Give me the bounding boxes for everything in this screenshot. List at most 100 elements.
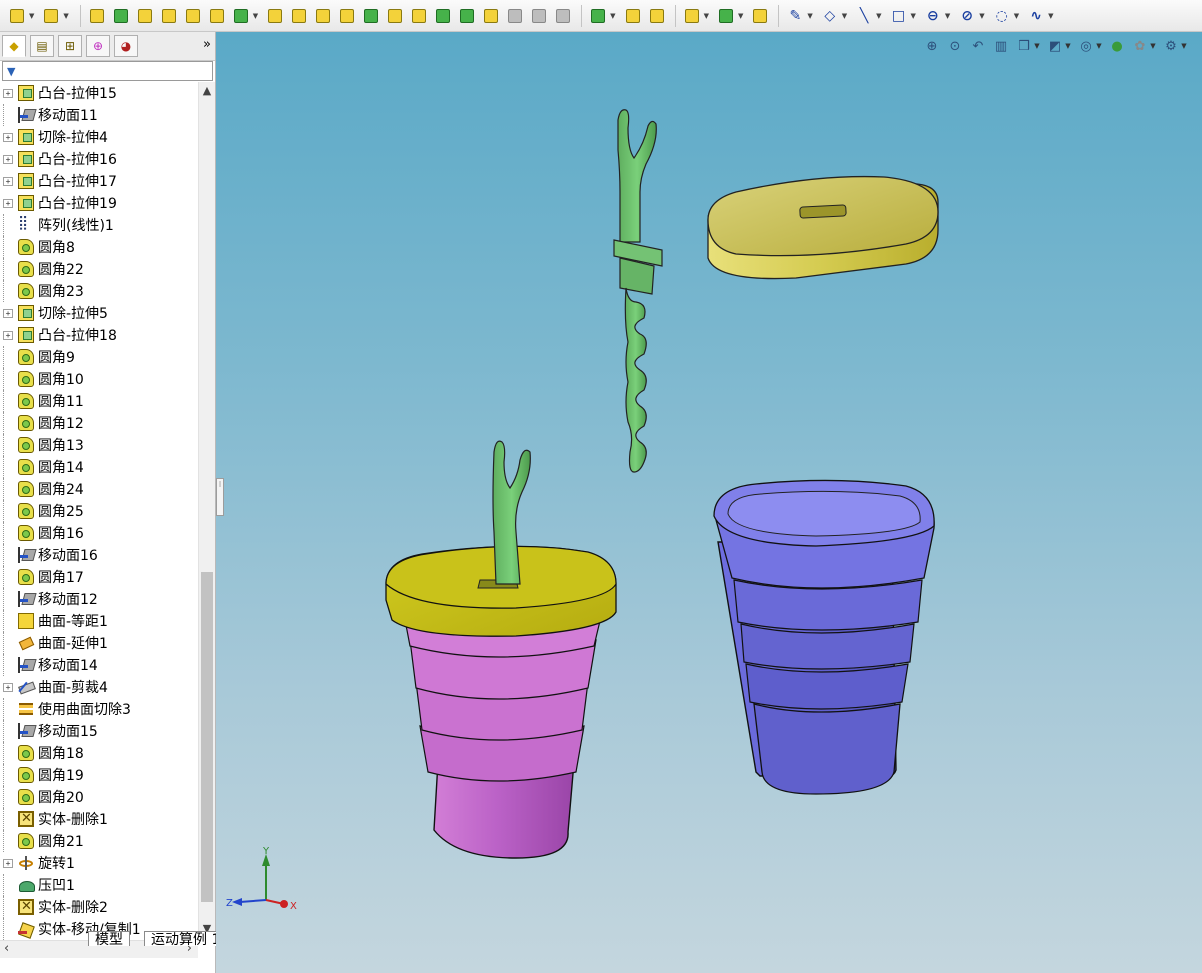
tree-item[interactable]: 圆角17 <box>0 566 198 588</box>
rib-icon[interactable] <box>264 5 286 27</box>
chevron-down-icon[interactable]: ▼ <box>876 12 881 20</box>
tab-motion-study[interactable]: 运动算例 1 <box>144 931 228 946</box>
tree-item[interactable]: 圆角9 <box>0 346 198 368</box>
scroll-thumb[interactable] <box>201 572 213 902</box>
expand-toggle-icon[interactable]: + <box>3 682 13 692</box>
move-copy-tool-icon[interactable] <box>622 5 644 27</box>
tree-item[interactable]: + 凸台-拉伸19 <box>0 192 198 214</box>
tree-item[interactable]: + 切除-拉伸5 <box>0 302 198 324</box>
curves-icon[interactable] <box>715 5 737 27</box>
sweep-boss-icon[interactable] <box>110 5 132 27</box>
dome-icon[interactable] <box>336 5 358 27</box>
tree-item[interactable]: 实体-删除1 <box>0 808 198 830</box>
chevron-down-icon[interactable]: ▼ <box>738 12 743 20</box>
expand-toggle-icon[interactable]: + <box>3 176 13 186</box>
reference-geometry-icon[interactable] <box>681 5 703 27</box>
wrap-icon[interactable] <box>360 5 382 27</box>
feature-manager-tab[interactable]: ◆ <box>2 35 26 57</box>
chevron-down-icon[interactable]: ▼ <box>911 12 916 20</box>
property-manager-tab[interactable]: ▤ <box>30 35 54 57</box>
tree-item[interactable]: 圆角25 <box>0 500 198 522</box>
expand-toggle-icon[interactable]: + <box>3 154 13 164</box>
tree-item[interactable]: + 凸台-拉伸16 <box>0 148 198 170</box>
chamfer-icon[interactable] <box>432 5 454 27</box>
tree-item[interactable]: 圆角18 <box>0 742 198 764</box>
tree-filter-input[interactable]: ▼ <box>2 61 213 81</box>
freeform-icon[interactable] <box>552 5 574 27</box>
open-icon[interactable] <box>40 5 62 27</box>
tree-item[interactable]: 圆角21 <box>0 830 198 852</box>
slot-icon[interactable]: ⊖ <box>922 5 944 27</box>
tree-item[interactable]: 圆角19 <box>0 764 198 786</box>
tree-item[interactable]: 圆角11 <box>0 390 198 412</box>
tree-item[interactable]: + 曲面-剪裁4 <box>0 676 198 698</box>
chevron-down-icon[interactable]: ▼ <box>29 12 34 20</box>
tree-item[interactable]: 圆角14 <box>0 456 198 478</box>
tree-item[interactable]: 移动面12 <box>0 588 198 610</box>
expand-toggle-icon[interactable]: + <box>3 88 13 98</box>
combine-icon[interactable] <box>480 5 502 27</box>
surface-cut-tool-icon[interactable] <box>504 5 526 27</box>
mirror-icon[interactable] <box>408 5 430 27</box>
expand-toggle-icon[interactable]: + <box>3 198 13 208</box>
rectangle-icon[interactable]: □ <box>888 5 910 27</box>
revolve-boss-icon[interactable] <box>86 5 108 27</box>
tree-item[interactable]: 圆角13 <box>0 434 198 456</box>
shell-icon[interactable] <box>312 5 334 27</box>
tree-item[interactable]: 圆角10 <box>0 368 198 390</box>
tree-item[interactable]: 移动面15 <box>0 720 198 742</box>
chevron-down-icon[interactable]: ▼ <box>1014 12 1019 20</box>
boundary-boss-icon[interactable] <box>158 5 180 27</box>
line-icon[interactable]: ╲ <box>853 5 875 27</box>
tree-item[interactable]: 圆角12 <box>0 412 198 434</box>
instant3d-icon[interactable] <box>749 5 771 27</box>
chevron-down-icon[interactable]: ▼ <box>807 12 812 20</box>
tree-item[interactable]: 实体-删除2 <box>0 896 198 918</box>
tree-item[interactable]: 圆角20 <box>0 786 198 808</box>
expand-toggle-icon[interactable]: + <box>3 132 13 142</box>
configuration-manager-tab[interactable]: ⊞ <box>58 35 82 57</box>
floating-lid-body[interactable] <box>707 175 939 280</box>
linear-pattern-tool-icon[interactable] <box>587 5 609 27</box>
chevron-down-icon[interactable]: ▼ <box>63 12 68 20</box>
tree-item[interactable]: 使用曲面切除3 <box>0 698 198 720</box>
tree-item[interactable]: 移动面14 <box>0 654 198 676</box>
loft-boss-icon[interactable] <box>134 5 156 27</box>
tab-model[interactable]: 模型 <box>88 931 130 946</box>
display-manager-tab[interactable]: ◕ <box>114 35 138 57</box>
tree-item[interactable]: 移动面11 <box>0 104 198 126</box>
floating-fork-body[interactable] <box>613 109 663 473</box>
scroll-up-arrow-icon[interactable]: ▲ <box>199 84 215 100</box>
circle-icon[interactable]: ⊘ <box>956 5 978 27</box>
chevron-down-icon[interactable]: ▼ <box>979 12 984 20</box>
assembled-cup-body[interactable] <box>385 440 617 859</box>
arc-icon[interactable]: ◌ <box>991 5 1013 27</box>
hole-wizard-icon[interactable] <box>206 5 228 27</box>
expand-toggle-icon[interactable]: + <box>3 308 13 318</box>
thicken-icon[interactable] <box>528 5 550 27</box>
expand-chevron-icon[interactable]: » <box>203 37 211 52</box>
tree-item[interactable]: 曲面-延伸1 <box>0 632 198 654</box>
tree-item[interactable]: + 凸台-拉伸17 <box>0 170 198 192</box>
expand-toggle-icon[interactable]: + <box>3 858 13 868</box>
chevron-down-icon[interactable]: ▼ <box>945 12 950 20</box>
graphics-area[interactable]: ⊕ ⊙ ↶ ▥ ❒ ▼ ◩ ▼ ◎ ▼ ● ✿ ▼ ⚙ ▼ Y Z X <box>216 32 1202 973</box>
extruded-cut-icon[interactable] <box>182 5 204 27</box>
chevron-down-icon[interactable]: ▼ <box>842 12 847 20</box>
new-part-icon[interactable] <box>6 5 28 27</box>
tree-item[interactable]: 圆角22 <box>0 258 198 280</box>
tree-item[interactable]: + 凸台-拉伸15 <box>0 82 198 104</box>
tree-item[interactable]: + 旋转1 <box>0 852 198 874</box>
chevron-down-icon[interactable]: ▼ <box>610 12 615 20</box>
intersect-icon[interactable] <box>384 5 406 27</box>
chevron-down-icon[interactable]: ▼ <box>704 12 709 20</box>
tree-item[interactable]: 圆角23 <box>0 280 198 302</box>
tree-item[interactable]: 阵列(线性)1 <box>0 214 198 236</box>
tree-item[interactable]: 移动面16 <box>0 544 198 566</box>
expand-toggle-icon[interactable]: + <box>3 330 13 340</box>
smart-dimension-icon[interactable]: ◇ <box>819 5 841 27</box>
tree-item[interactable]: 圆角24 <box>0 478 198 500</box>
blue-cup-body[interactable] <box>713 479 935 795</box>
fillet-tool-icon[interactable] <box>230 5 252 27</box>
spline-icon[interactable]: ∿ <box>1025 5 1047 27</box>
